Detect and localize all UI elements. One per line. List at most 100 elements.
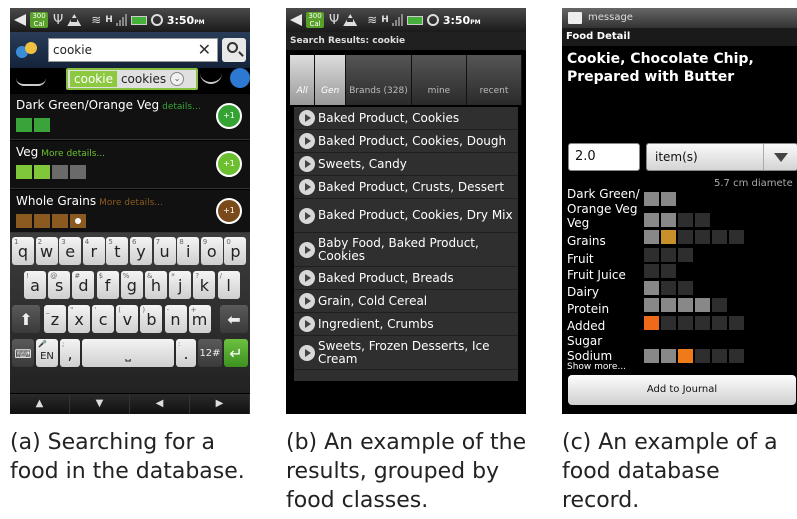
result-item[interactable]: Baked Product, Cookies [294,107,518,130]
key-z[interactable]: _ z [44,305,66,333]
nav-down-icon[interactable]: ▼ [70,394,130,414]
battery-icon [406,15,423,25]
clear-icon[interactable]: ✕ [198,39,211,61]
food-group-row[interactable]: Whole Grains More details... +1 [10,190,250,233]
key-t[interactable]: 5t [106,237,129,265]
suggestion-cookies[interactable]: cookies [119,72,168,86]
key-e[interactable]: 3e [59,237,82,265]
key-alt-char: 9 [202,238,208,246]
keyboard-icon[interactable]: ⌨ [12,339,34,367]
key-f[interactable]: $ f [96,271,119,299]
nutrient-square [678,349,693,363]
key-a[interactable]: ! a [24,271,46,299]
suggestion-cookie[interactable]: cookie [70,71,117,87]
key-o[interactable]: 9o [200,237,223,265]
key-c[interactable]: ' c [92,305,115,333]
result-item[interactable]: Baked Product, Breads [294,267,518,290]
key-k[interactable]: ? k [193,271,216,299]
key-char: v [122,310,133,329]
key-v[interactable]: (v [116,305,139,333]
show-more-link[interactable]: Show more... [567,362,626,372]
search-input[interactable]: cookie ✕ [48,38,218,62]
amount-input[interactable]: 2.0 [568,143,640,171]
alarm-icon [150,14,163,26]
key-alt-char: % [122,272,130,280]
tab-all[interactable]: All [290,55,316,105]
nav-left-icon[interactable]: ◀ [130,394,190,414]
calorie-badge: 300 Cal [30,12,48,28]
nutrient-square [678,213,693,227]
search-button[interactable] [222,38,246,62]
key-b[interactable]: ) b [140,305,163,333]
key-y[interactable]: 6y [130,237,152,265]
key-j[interactable]: * j [169,271,192,299]
key-p[interactable]: 0p [224,237,247,265]
comma-key[interactable]: ;, [60,339,80,367]
details-link[interactable]: details... [162,102,201,112]
key-l[interactable]: / l [217,271,240,299]
nutrient-squares [644,298,727,312]
chevron-down-icon[interactable]: ⌄ [170,72,185,86]
key-h[interactable]: & h [145,271,167,299]
add-serving-button[interactable]: +1 [216,103,242,129]
result-item[interactable]: Sweets, Frozen Desserts, Ice Cream [294,336,518,370]
result-item[interactable]: Baked Product, Cookies, Dry Mix [294,199,518,233]
add-to-journal-button[interactable]: Add to Journal [568,375,796,405]
tab-recent[interactable]: recent [466,55,522,105]
key-char: y [136,242,146,261]
symbols-key[interactable]: 12# [198,339,222,367]
page-title: Search Results: cookie [286,32,526,50]
nutrient-square [644,316,659,330]
key-alt-char: 0 [226,238,231,246]
tab-mine[interactable]: mine [411,55,467,105]
nutrient-square [695,298,710,312]
result-label: Baked Product, Cookies, Dry Mix [318,208,513,222]
food-group-row[interactable]: Dark Green/Orange Veg details... +1 [10,94,250,140]
result-item[interactable]: Sweets, Candy [294,153,518,176]
key-d[interactable]: # d [72,271,95,299]
language-key[interactable]: 🎤 EN [36,339,58,367]
arrow-right-icon [299,316,315,332]
result-item[interactable]: Baked Product, Crusts, Dessert [294,176,518,199]
result-label: Baby Food, Baked Product, Cookies [318,235,479,263]
food-group-name: Dark Green/Orange Veg [16,98,160,112]
key-m[interactable]: + m [188,305,211,333]
food-group-row[interactable]: Veg More details... +1 [10,141,250,189]
result-item[interactable]: Baked Product, Cookies, Dough [294,130,518,153]
details-link[interactable]: More details... [99,198,163,208]
key-u[interactable]: 7u [153,237,176,265]
key-n[interactable]: -n [164,305,187,333]
key-x[interactable]: " x [68,305,91,333]
nav-right-icon[interactable]: ▶ [190,394,250,414]
keyboard-row: ⬆ ⬅ _ z " x ' c(v) b - n + m [10,305,250,335]
result-item[interactable]: Grain, Cold Cereal [294,290,518,313]
keyboard-row: ⌨ 🎤 EN ;, ⎵ :. 12# ↵ [10,339,250,369]
warning-icon [343,14,358,26]
wifi-icon: ≋ [91,13,102,27]
key-w[interactable]: 2w [35,237,58,265]
nutrient-square [661,298,676,312]
period-key[interactable]: :. [176,339,196,367]
key-q[interactable]: 1q [12,237,34,265]
add-serving-button[interactable]: +1 [216,198,242,224]
key-char: a [30,276,40,295]
nav-up-icon[interactable]: ▲ [10,394,70,414]
result-item[interactable]: Baby Food, Baked Product, Cookies [294,233,518,267]
key-i[interactable]: 8i [177,237,200,265]
signal-icon [115,14,127,26]
add-serving-button[interactable]: +1 [216,151,242,177]
shift-key[interactable]: ⬆ [12,305,40,333]
nutrient-squares [644,192,676,206]
key-g[interactable]: % g [120,271,143,299]
key-r[interactable]: 4r [82,237,105,265]
backspace-key[interactable]: ⬅ [220,305,248,333]
tab-gen[interactable]: Gen [315,55,347,105]
space-key[interactable]: ⎵ [82,339,174,367]
status-bar: 300 Cal Ψ ≋ H 3:50PM [286,8,526,32]
details-link[interactable]: More details... [41,149,105,159]
tab-brands[interactable]: Brands (328) [346,55,412,105]
key-s[interactable]: @ s [48,271,71,299]
result-item[interactable]: Ingredient, Crumbs [294,313,518,336]
unit-select[interactable]: item(s) [646,143,797,171]
enter-key[interactable]: ↵ [224,339,248,367]
